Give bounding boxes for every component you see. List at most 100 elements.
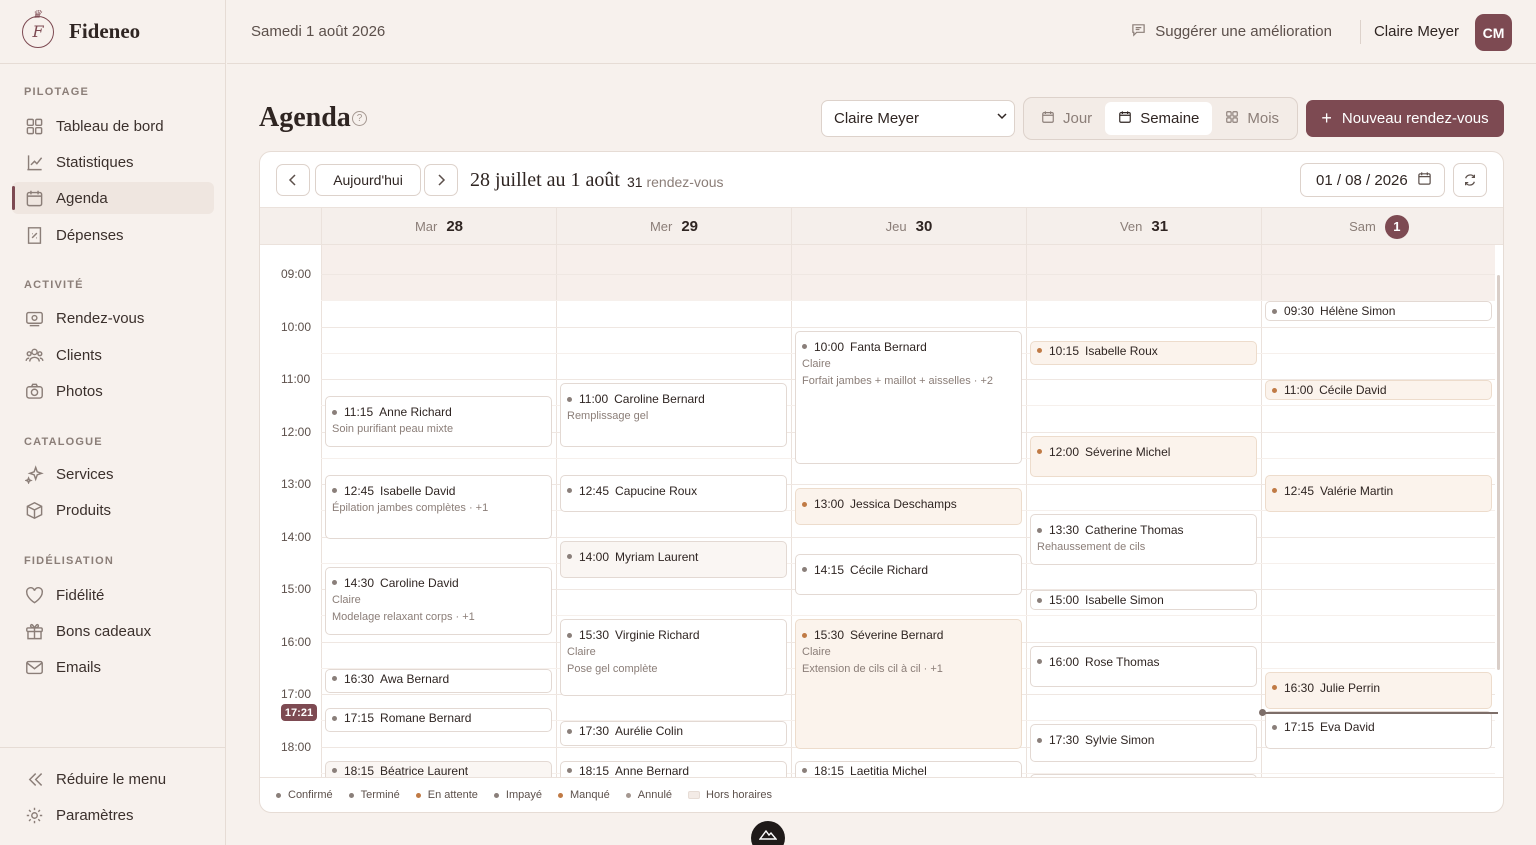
appointment-card[interactable]: 18:15 Béatrice Laurent [325,760,552,778]
appointment-card[interactable]: 17:30 Sylvie Simon [1030,724,1257,762]
day-header[interactable]: Jeu 30 [791,208,1026,245]
view-month-button[interactable]: Mois [1212,102,1292,135]
appointment-card[interactable]: 15:00 Isabelle Simon [1030,590,1257,610]
client-name: Valérie Martin [1320,483,1394,498]
appointment-card[interactable]: 13:30 Catherine Thomas Rehaussement de cil… [1030,514,1257,565]
staff-select[interactable]: Claire Meyer [821,100,1015,137]
appointment-card[interactable]: 17:15 Eva David [1265,711,1492,749]
divider [1360,20,1361,44]
status-dot [567,488,572,494]
appointment-card[interactable]: 12:45 Valérie Martin [1265,474,1492,513]
appointment-card[interactable]: 14:00 Myriam Laurent [560,540,787,578]
appointment-count-label: rendez-vous [646,174,724,190]
appointment-card[interactable]: 12:00 Séverine Michel [1030,435,1257,478]
legend-item: Manqué [557,789,610,801]
day-header[interactable]: Ven 31 [1026,208,1261,245]
day-header[interactable]: Sam 1 [1261,208,1496,245]
settings-icon [24,805,44,825]
appointment-card[interactable]: 10:00 Fanta Bernard Claire Forfait jambes +… [795,330,1022,465]
client-name: Isabelle Roux [1085,343,1158,358]
today-button[interactable]: Aujourd'hui [315,164,421,196]
floating-action-button[interactable] [751,821,785,845]
appointment-card[interactable]: 14:30 Caroline David Claire Modelage relaxa… [325,566,552,635]
appointment-icon [24,308,44,328]
appointment-card[interactable]: 11:00 Caroline Bernard Remplissage gel [560,383,787,447]
time-column-header [260,208,321,245]
date-range-title: 28 juillet au 1 août [470,169,620,191]
section-title: PILOTAGE [24,86,90,98]
appointment-card[interactable]: 09:30 Hélène Simon [1265,301,1492,322]
calendar-card: Aujourd'hui 28 juillet au 1 août 31 rend… [259,151,1504,813]
client-name: Capucine Roux [615,483,698,498]
suggest-label: Suggérer une amélioration [1155,23,1332,40]
sidebar-item-clients[interactable]: Clients [12,339,214,371]
refresh-button[interactable] [1453,163,1487,197]
date-picker-input[interactable]: 01 / 08 / 2026 [1300,163,1445,197]
sidebar-item-emails[interactable]: Emails [12,651,214,683]
grid-scrollbar[interactable] [1497,275,1500,670]
day-header[interactable]: Mer 29 [556,208,791,245]
view-day-button[interactable]: Jour [1028,102,1105,135]
week-grid[interactable]: 09:00 10:00 11:00 12:00 13:00 14:00 15:00 16:00… [260,245,1503,778]
sidebar-item-produits[interactable]: Produits [12,494,214,526]
previous-week-button[interactable] [276,164,310,196]
sidebar-item-photos[interactable]: Photos [12,375,214,407]
appointment-card[interactable]: 15:30 Virginie Richard Claire Pose gel comp… [560,619,787,696]
new-appointment-button[interactable]: + Nouveau rendez-vous [1306,100,1504,137]
view-week-button[interactable]: Semaine [1105,102,1213,135]
calendar-icon[interactable] [1417,171,1432,190]
status-dot [802,344,807,349]
sidebar-item-tableau-de-bord[interactable]: Tableau de bord [12,110,214,142]
appointment-card[interactable]: 17:15 Romane Bernard [325,708,552,733]
appointment-card[interactable]: 16:30 Julie Perrin [1265,671,1492,710]
section-title: FIDÉLISATION [24,555,114,567]
sidebar-item-bons-cadeaux[interactable]: Bons cadeaux [12,615,214,647]
appointment-time: 17:30 [579,724,610,739]
client-name: Romane Bernard [380,711,472,726]
help-icon[interactable]: ? [352,111,367,126]
settings-button[interactable]: Paramètres [12,799,214,831]
sidebar-item-rendez-vous[interactable]: Rendez-vous [12,302,214,334]
suggest-improvement-link[interactable]: Suggérer une amélioration [1131,22,1332,41]
appointment-card[interactable]: 12:45 Capucine Roux [560,474,787,513]
sidebar-item-fidelite[interactable]: Fidélité [12,579,214,611]
avatar[interactable]: CM [1475,14,1512,51]
appointment-detail: Modelage relaxant corps · +1 [332,610,475,623]
day-header[interactable]: Mar 28 [321,208,556,245]
collapse-menu-button[interactable]: Réduire le menu [12,763,214,795]
legend-item: Hors horaires [688,789,772,801]
appointment-time: 17:30 [1049,733,1080,748]
brand[interactable]: ♛ F Fideneo [0,0,225,64]
appointment-card[interactable]: 18:15 Laetitia Michel [795,760,1022,778]
legend-dot [415,792,421,798]
user-name[interactable]: Claire Meyer [1374,23,1459,40]
sidebar-item-agenda[interactable]: Agenda [12,182,214,214]
appointment-card[interactable]: 13:00 Jessica Deschamps [795,488,1022,526]
appointment-card[interactable]: 18:15 Anne Bernard [560,760,787,778]
appointment-card[interactable]: 11:00 Cécile David [1265,380,1492,400]
appointment-detail: Claire [332,593,361,606]
legend-label: Confirmé [288,789,333,801]
sidebar-item-depenses[interactable]: Dépenses [12,219,214,251]
chevron-right-icon [438,174,446,186]
appointment-card[interactable]: 11:15 Anne Richard Soin purifiant peau mix… [325,396,552,447]
new-appointment-label: Nouveau rendez-vous [1341,110,1489,127]
appointment-card[interactable]: 16:00 Rose Thomas [1030,645,1257,688]
appointment-card[interactable]: 16:30 Awa Bernard [325,668,552,693]
sidebar-item-services[interactable]: Services [12,458,214,490]
appointment-card[interactable]: 15:30 Séverine Bernard Claire Extension de … [795,619,1022,749]
appointment-card[interactable]: 17:30 Aurélie Colin [560,721,787,746]
collapse-icon [24,769,44,789]
chart-icon [24,152,44,172]
status-dot [1037,659,1042,664]
users-icon [24,345,44,365]
sidebar-item-statistiques[interactable]: Statistiques [12,146,214,178]
next-week-button[interactable] [424,164,458,196]
appointment-card[interactable]: 12:45 Isabelle David Épilation jambes comp… [325,474,552,539]
client-name: Virginie Richard [615,628,700,643]
day-name: Jeu [885,219,907,234]
appointment-card[interactable]: 14:15 Cécile Richard [795,553,1022,596]
appointment-detail: Claire [567,646,596,659]
appointment-card[interactable]: 10:15 Isabelle Roux [1030,340,1257,365]
appointment-detail: Pose gel complète [567,663,658,676]
